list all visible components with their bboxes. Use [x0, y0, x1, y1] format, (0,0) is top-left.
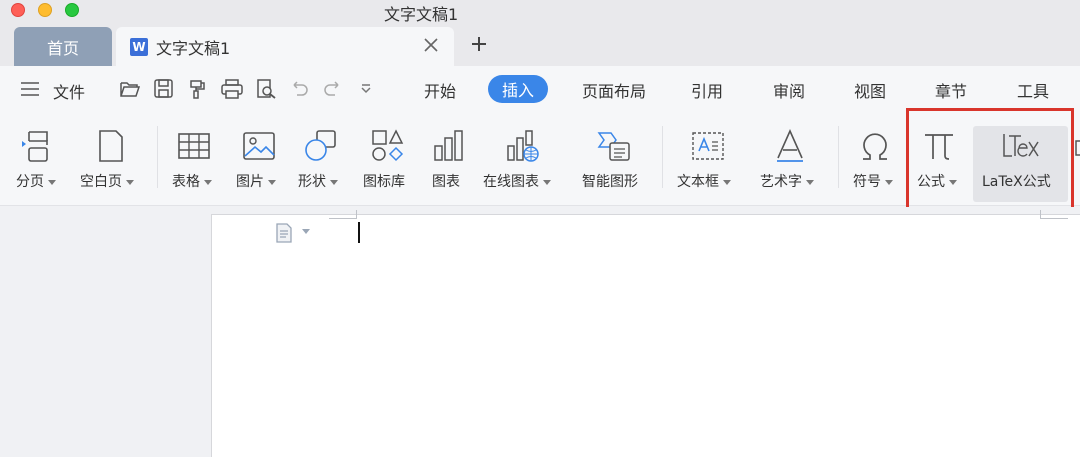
- file-menu[interactable]: 文件: [53, 79, 85, 103]
- format-painter-icon[interactable]: [186, 78, 210, 100]
- shapes-label: 形状: [298, 171, 338, 191]
- online-chart-icon: [507, 130, 539, 162]
- new-tab-icon[interactable]: [469, 34, 489, 54]
- tab-document-label: 文字文稿1: [156, 38, 231, 58]
- margin-corner-mark: [356, 210, 357, 219]
- omega-symbol-icon: [863, 133, 887, 160]
- tab-home-label: 首页: [46, 38, 79, 58]
- tab-sections[interactable]: 章节: [935, 78, 967, 102]
- text-cursor: [358, 222, 360, 243]
- menu-bar: 文件 开始 插入 页面布局 引用 审阅 视图 章节 工具: [0, 66, 1080, 112]
- table-icon: [178, 133, 210, 159]
- chart-button[interactable]: 图表: [431, 112, 467, 206]
- text-box-icon: [692, 132, 724, 160]
- tab-review[interactable]: 审阅: [773, 78, 805, 102]
- ribbon-separator: [662, 126, 663, 188]
- text-box-button[interactable]: 文本框: [677, 112, 741, 206]
- picture-label: 图片: [236, 171, 276, 191]
- online-chart-button[interactable]: 在线图表: [483, 112, 567, 206]
- margin-corner-mark: [1040, 218, 1068, 219]
- close-tab-icon[interactable]: [422, 36, 440, 54]
- blank-page-button[interactable]: 空白页: [80, 112, 144, 206]
- document-page[interactable]: [211, 214, 1080, 457]
- paragraph-format-icon[interactable]: [275, 223, 293, 243]
- window-title: 文字文稿1: [384, 5, 459, 24]
- tab-page-layout[interactable]: 页面布局: [582, 78, 646, 102]
- tab-insert[interactable]: 插入: [488, 75, 549, 103]
- shapes-button[interactable]: 形状: [298, 112, 348, 206]
- picture-icon: [243, 132, 275, 160]
- redo-icon[interactable]: [320, 78, 344, 100]
- smart-art-label: 智能图形: [582, 174, 638, 190]
- tab-start[interactable]: 开始: [424, 78, 456, 102]
- ribbon-separator: [838, 126, 839, 188]
- tab-tools[interactable]: 工具: [1017, 78, 1049, 102]
- open-folder-icon[interactable]: [118, 78, 142, 100]
- writer-doc-icon: W: [130, 37, 148, 56]
- print-preview-icon[interactable]: [254, 78, 278, 100]
- title-bar: 文字文稿1 首页 W 文字文稿1: [0, 0, 1080, 66]
- chart-icon: [434, 130, 463, 161]
- blank-page-label: 空白页: [80, 171, 134, 191]
- chevron-down-icon[interactable]: [302, 229, 310, 234]
- text-box-label: 文本框: [677, 171, 731, 191]
- chart-label: 图表: [432, 174, 460, 190]
- tab-references[interactable]: 引用: [691, 78, 723, 102]
- page-break-icon: [22, 131, 48, 162]
- margin-corner-mark: [1040, 210, 1041, 219]
- icon-library-icon: [372, 129, 404, 162]
- undo-icon[interactable]: [288, 78, 312, 100]
- ribbon-separator: [157, 126, 158, 188]
- icon-library-button[interactable]: 图标库: [363, 112, 413, 206]
- page-break-button[interactable]: 分页: [14, 112, 64, 206]
- next-tool-icon[interactable]: [1074, 138, 1080, 158]
- shapes-icon: [305, 130, 336, 161]
- word-art-icon: [777, 129, 803, 162]
- table-label: 表格: [172, 171, 212, 191]
- margin-corner-mark: [329, 218, 357, 219]
- blank-page-icon: [99, 130, 123, 162]
- table-button[interactable]: 表格: [171, 112, 221, 206]
- tab-view[interactable]: 视图: [854, 78, 886, 102]
- hamburger-menu-icon[interactable]: [20, 81, 40, 97]
- customize-toolbar-icon[interactable]: [354, 78, 378, 100]
- smart-art-button[interactable]: 智能图形: [582, 112, 648, 206]
- tab-home[interactable]: 首页: [14, 27, 112, 66]
- tab-document[interactable]: W 文字文稿1: [116, 27, 454, 66]
- symbol-button[interactable]: 符号: [853, 112, 903, 206]
- icon-library-label: 图标库: [363, 174, 405, 190]
- save-icon[interactable]: [152, 78, 176, 100]
- word-art-button[interactable]: 艺术字: [760, 112, 824, 206]
- online-chart-label: 在线图表: [483, 171, 551, 191]
- word-art-label: 艺术字: [760, 171, 814, 191]
- print-icon[interactable]: [220, 78, 244, 100]
- symbol-label: 符号: [853, 171, 893, 191]
- picture-button[interactable]: 图片: [236, 112, 286, 206]
- page-break-label: 分页: [16, 171, 56, 191]
- smart-art-icon: [597, 132, 630, 161]
- formula-highlight-box: [906, 108, 1074, 211]
